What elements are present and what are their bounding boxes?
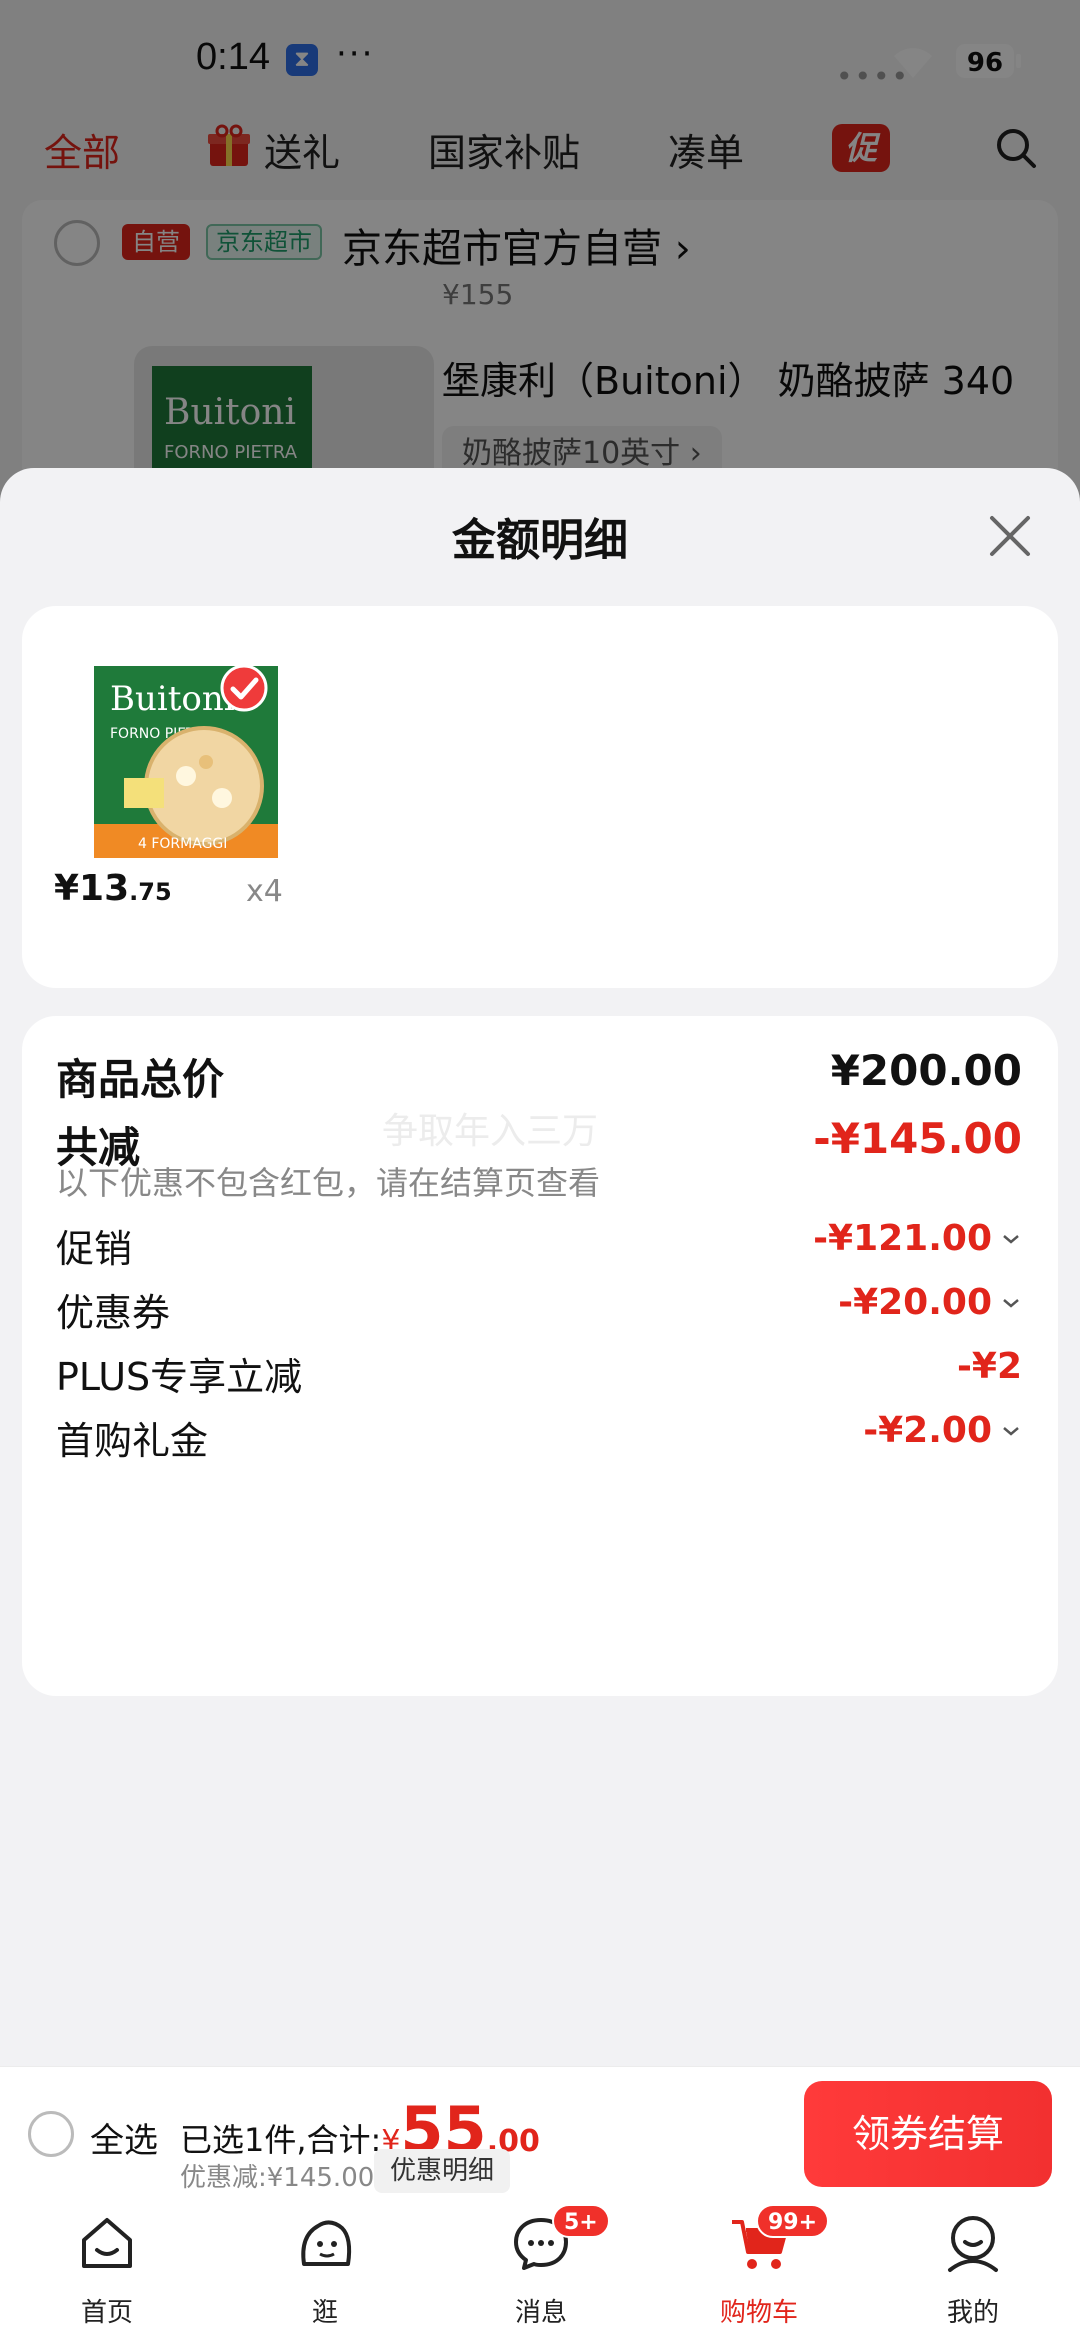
discount-row-plus: PLUS专享立减 -¥2 [56, 1346, 1022, 1399]
close-icon[interactable] [986, 512, 1034, 560]
discount-row-promotion[interactable]: 促销 -¥121.00 [56, 1218, 1022, 1271]
watermark-text: 争取年入三万 [382, 1111, 599, 1152]
item-price-dec: .75 [129, 878, 172, 906]
discount-row-first-purchase[interactable]: 首购礼金 -¥2.00 [56, 1410, 1022, 1463]
discount-summary: 优惠减:¥145.00 [180, 2163, 375, 2193]
select-all-radio[interactable] [28, 2111, 74, 2157]
tab-cart[interactable]: 99+ 购物车 [684, 2202, 834, 2340]
home-icon [82, 2218, 132, 2268]
discount-amount: -¥121.00 [813, 1218, 992, 1259]
tab-label: 我的 [946, 2298, 999, 2328]
tab-browse[interactable]: 逛 [250, 2202, 400, 2340]
chevron-down-icon[interactable] [1000, 1420, 1022, 1442]
tab-me[interactable]: 我的 [898, 2202, 1048, 2340]
item-unit-price: ¥13.75 [54, 868, 172, 909]
select-all-label[interactable]: 全选 [90, 2113, 158, 2162]
message-badge: 5+ [552, 2204, 610, 2238]
discount-detail-button[interactable]: 优惠明细 [374, 2149, 511, 2193]
discount-label: 首购礼金 [56, 1419, 209, 1463]
total-reduction-amount: -¥145.00 [813, 1114, 1022, 1163]
sheet-title: 金额明细 [452, 515, 628, 566]
svg-text:4 FORMAGGI: 4 FORMAGGI [138, 836, 227, 852]
price-detail-card: 争取年入三万 商品总价 ¥200.00 共减 -¥145.00 以下优惠不包含红… [22, 1016, 1058, 1696]
reduction-note: 以下优惠不包含红包，请在结算页查看 [56, 1164, 601, 1202]
discount-amount: -¥2 [956, 1346, 1022, 1387]
svg-text:Buitoni: Buitoni [110, 679, 235, 719]
tab-label: 首页 [80, 2298, 133, 2328]
discount-label: 促销 [56, 1227, 133, 1271]
chevron-down-icon[interactable] [1000, 1292, 1022, 1314]
tab-label: 逛 [311, 2298, 338, 2328]
total-price-label: 商品总价 [56, 1055, 225, 1104]
discount-label: PLUS专享立减 [56, 1355, 303, 1399]
discount-amount: -¥20.00 [838, 1282, 992, 1323]
item-quantity: x4 [246, 874, 283, 909]
item-price-int: ¥13 [54, 868, 130, 909]
tab-label: 购物车 [719, 2298, 798, 2328]
cart-badge: 99+ [756, 2204, 830, 2238]
checkout-bar: 全选 已选1件,合计:¥55.00 优惠减:¥145.00 优惠明细 领券结算 [0, 2066, 1080, 2202]
checked-icon [220, 664, 268, 712]
tab-home[interactable]: 首页 [32, 2202, 182, 2340]
browse-mascot-icon [301, 2220, 352, 2266]
bottom-tab-bar: 首页 逛 5+ 消息 99+ 购物车 我的 [0, 2202, 1080, 2340]
chevron-down-icon[interactable] [1000, 1228, 1022, 1250]
checkout-button[interactable]: 领券结算 [804, 2081, 1052, 2187]
discount-label: 优惠券 [56, 1291, 171, 1335]
discount-amount: -¥2.00 [863, 1410, 992, 1451]
total-price-amount: ¥200.00 [830, 1046, 1022, 1095]
selected-count-text: 已选1件,合计: [180, 2121, 382, 2159]
tab-label: 消息 [514, 2298, 567, 2328]
selected-items-card: Buitoni FORNO PIETRA 4 FORMAGGI ¥13.75 x… [22, 606, 1058, 988]
profile-icon [948, 2216, 998, 2272]
amount-detail-sheet: 金额明细 Buitoni FORNO PIETRA 4 FORMAGGI ¥13… [0, 468, 1080, 2340]
tab-messages[interactable]: 5+ 消息 [466, 2202, 616, 2340]
discount-row-coupon[interactable]: 优惠券 -¥20.00 [56, 1282, 1022, 1335]
